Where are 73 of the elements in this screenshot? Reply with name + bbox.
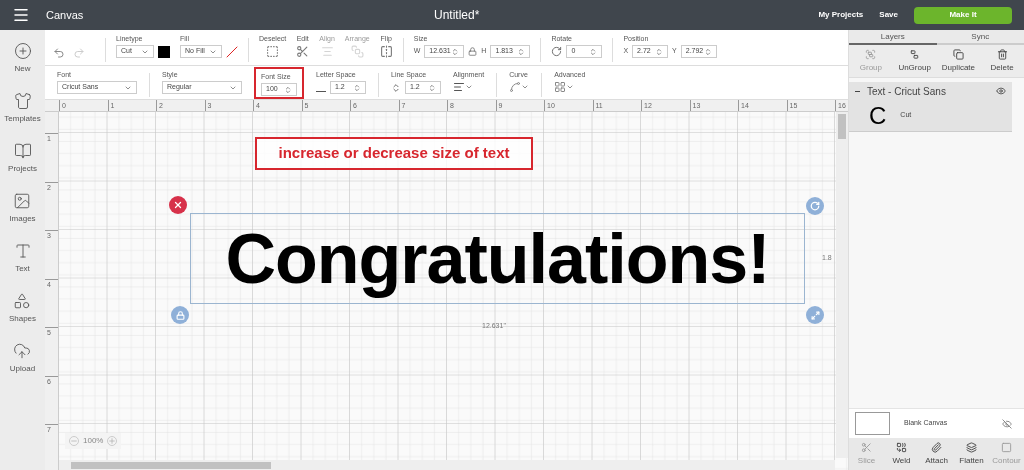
scrollbar-thumb[interactable] xyxy=(71,462,271,469)
spinner-icon[interactable] xyxy=(517,47,526,56)
layer-tool-button[interactable]: Weld xyxy=(884,438,919,470)
trash-icon xyxy=(996,48,1008,60)
layer-action-button[interactable]: Delete xyxy=(980,45,1024,77)
duplicate-icon xyxy=(952,48,964,60)
curve-icon[interactable] xyxy=(509,81,522,93)
image-icon xyxy=(13,192,32,210)
resize-icon xyxy=(810,310,820,320)
spinner-icon[interactable] xyxy=(428,83,436,92)
caret-icon xyxy=(465,83,473,91)
undo-icon[interactable] xyxy=(53,46,65,59)
lock-icon[interactable] xyxy=(468,47,478,56)
shirt-icon xyxy=(13,92,32,110)
plus-circle-icon xyxy=(13,42,32,60)
color-swatch[interactable] xyxy=(158,45,170,58)
sidebar-item[interactable]: Templates xyxy=(4,92,41,125)
spinner-icon[interactable] xyxy=(703,47,712,56)
zoom-in-icon[interactable] xyxy=(107,436,118,446)
paperclip-icon xyxy=(931,441,942,453)
line-space-icon xyxy=(391,82,401,93)
spinner-icon[interactable] xyxy=(284,85,292,94)
layer-name[interactable]: Text - Cricut Sans xyxy=(867,83,990,99)
eye-off-icon[interactable] xyxy=(1002,418,1012,429)
rotate-icon[interactable] xyxy=(551,46,563,57)
header-link[interactable]: My Projects xyxy=(818,9,864,21)
group-icon xyxy=(865,48,877,60)
eye-icon[interactable] xyxy=(996,86,1006,96)
document-title: Untitled* xyxy=(434,7,480,24)
sidebar-item[interactable]: Shapes xyxy=(8,292,37,325)
vertical-scrollbar[interactable] xyxy=(836,112,848,458)
scrollbar-thumb[interactable] xyxy=(838,114,846,139)
rotate-icon xyxy=(810,201,820,211)
layer-action-button[interactable]: UnGroup xyxy=(892,45,937,77)
layer-action-button[interactable]: Duplicate xyxy=(936,45,981,77)
caret-icon xyxy=(566,83,575,91)
app-title: Canvas xyxy=(46,7,85,23)
scissors-icon xyxy=(861,441,872,453)
scissors-icon[interactable] xyxy=(296,45,310,58)
text-icon xyxy=(13,242,32,260)
redo-icon[interactable] xyxy=(73,46,85,59)
book-icon xyxy=(13,142,32,160)
sidebar-item[interactable]: Upload xyxy=(9,342,36,375)
spinner-icon[interactable] xyxy=(655,47,664,56)
horizontal-scrollbar[interactable] xyxy=(59,460,835,470)
sidebar-item[interactable]: Text xyxy=(13,242,32,275)
layer-tool-button[interactable]: Flatten xyxy=(954,438,989,470)
ungroup-icon xyxy=(909,48,921,60)
menu-icon[interactable] xyxy=(12,6,30,24)
layer-tool-button[interactable]: Attach xyxy=(919,438,954,470)
spinner-icon[interactable] xyxy=(451,47,460,56)
no-fill-icon[interactable] xyxy=(226,45,238,58)
layers-icon xyxy=(966,441,977,453)
header-link[interactable]: Save xyxy=(879,9,898,21)
square-icon xyxy=(1001,441,1012,453)
callout-text: increase or decrease size of text xyxy=(278,143,510,164)
shapes-icon xyxy=(13,292,32,310)
advanced-icon[interactable] xyxy=(554,81,567,93)
flip-icon[interactable] xyxy=(379,45,393,58)
cloud-upload-icon xyxy=(13,342,32,360)
zoom-level: 100% xyxy=(83,435,104,447)
lock-icon xyxy=(175,310,185,320)
caret-icon xyxy=(521,83,530,91)
spinner-icon[interactable] xyxy=(353,83,361,92)
align-left-icon[interactable] xyxy=(453,81,465,93)
blank-canvas-swatch xyxy=(855,412,890,435)
layer-preview: C xyxy=(869,103,887,128)
sidebar-item[interactable]: Projects xyxy=(8,142,37,175)
sidebar-item[interactable]: New xyxy=(13,42,32,75)
deselect-icon[interactable] xyxy=(266,45,280,58)
sidebar-item[interactable]: Images xyxy=(9,192,36,225)
spinner-icon[interactable] xyxy=(589,47,598,56)
close-icon xyxy=(173,200,183,210)
